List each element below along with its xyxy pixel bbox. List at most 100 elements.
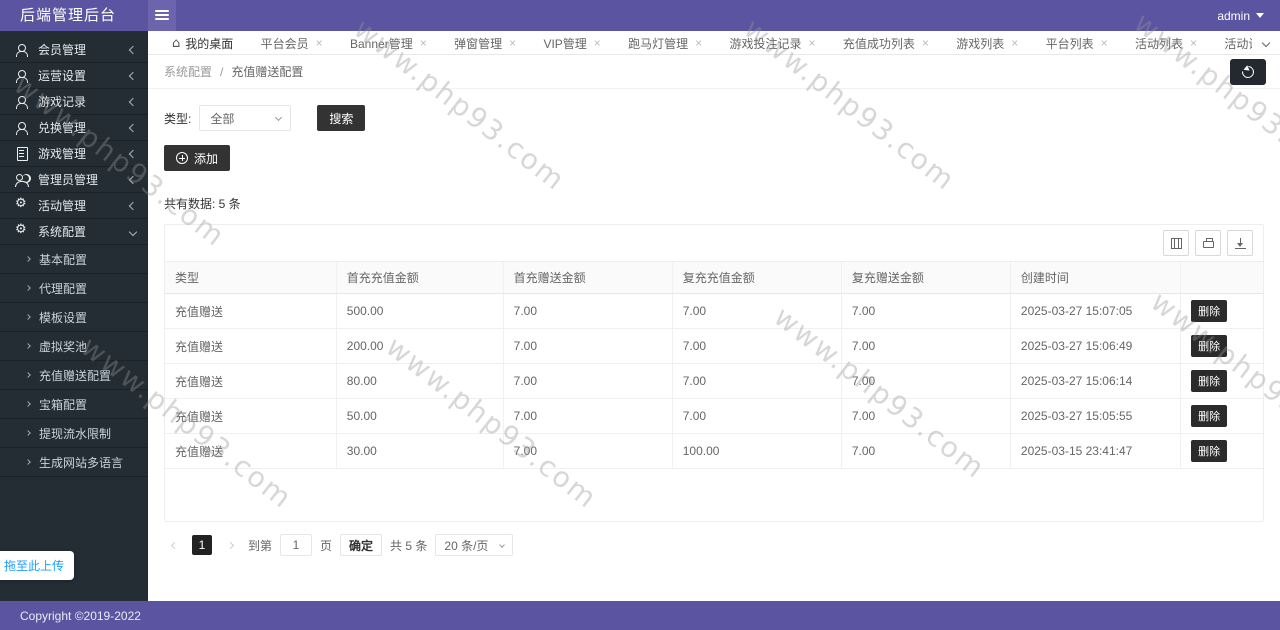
- sidebar-subitem[interactable]: 代理配置: [0, 274, 148, 303]
- table-header-cell: 类型: [165, 262, 336, 294]
- plus-circle-icon: [176, 152, 188, 164]
- cell-re-gift: 7.00: [841, 329, 1010, 364]
- delete-button[interactable]: 删除: [1191, 335, 1227, 357]
- export-button[interactable]: [1227, 230, 1253, 256]
- delete-button[interactable]: 删除: [1191, 300, 1227, 322]
- cell-first-gift: 7.00: [503, 399, 672, 434]
- chevron-down-icon: [1262, 39, 1270, 47]
- sidebar-item[interactable]: 游戏管理: [0, 141, 148, 167]
- close-tab-icon[interactable]: [1101, 37, 1108, 49]
- tab[interactable]: 平台会员: [249, 31, 335, 55]
- tab[interactable]: 平台列表: [1034, 31, 1120, 55]
- table-row: 充值赠送 500.00 7.00 7.00 7.00 2025-03-27 15…: [165, 294, 1263, 329]
- chevron-icon: [129, 201, 137, 209]
- table-header-cell: 复充赠送金额: [841, 262, 1010, 294]
- sidebar-subitem[interactable]: 生成网站多语言: [0, 448, 148, 477]
- sidebar-item-icon: [14, 199, 29, 213]
- export-icon: [1235, 238, 1246, 249]
- tab[interactable]: 游戏投注记录: [718, 31, 828, 55]
- tab-label: Banner管理: [350, 35, 413, 52]
- sidebar-item[interactable]: 游戏记录: [0, 89, 148, 115]
- tab[interactable]: 游戏列表: [944, 31, 1030, 55]
- main-area: 我的桌面 平台会员 Banner管理 弹窗管理 VIP管理 跑马灯管理 游戏投注…: [148, 31, 1280, 601]
- filter-columns-button[interactable]: [1163, 230, 1189, 256]
- sidebar-item[interactable]: 活动管理: [0, 193, 148, 219]
- tab-label: 平台列表: [1046, 35, 1094, 52]
- tab[interactable]: VIP管理: [531, 31, 612, 55]
- goto-page-input[interactable]: [280, 534, 312, 556]
- refresh-button[interactable]: [1230, 59, 1266, 85]
- chevron-icon: [129, 97, 137, 105]
- user-menu[interactable]: admin: [1217, 0, 1264, 31]
- next-page-button[interactable]: [220, 535, 240, 555]
- sidebar-menu: 会员管理 运营设置 游戏记录 兑换管理: [0, 31, 148, 477]
- cell-first-gift: 7.00: [503, 364, 672, 399]
- cell-first-gift: 7.00: [503, 434, 672, 469]
- cell-type: 充值赠送: [165, 399, 336, 434]
- type-filter-label: 类型:: [164, 110, 191, 127]
- cell-first-recharge: 500.00: [336, 294, 503, 329]
- close-tab-icon[interactable]: [922, 37, 929, 49]
- page-size-select[interactable]: 20 条/页: [435, 534, 513, 556]
- print-button[interactable]: [1195, 230, 1221, 256]
- close-tab-icon[interactable]: [809, 37, 816, 49]
- chevron-right-icon: [25, 285, 31, 291]
- sidebar-toggle-button[interactable]: [148, 0, 176, 31]
- sidebar-item[interactable]: 管理员管理: [0, 167, 148, 193]
- cell-re-gift: 7.00: [841, 434, 1010, 469]
- cell-re-recharge: 100.00: [672, 434, 841, 469]
- sidebar-subitem[interactable]: 宝箱配置: [0, 390, 148, 419]
- sidebar-subitem[interactable]: 模板设置: [0, 303, 148, 332]
- delete-button[interactable]: 删除: [1191, 440, 1227, 462]
- tab[interactable]: 弹窗管理: [442, 31, 528, 55]
- cell-created-at: 2025-03-15 23:41:47: [1010, 434, 1180, 469]
- sidebar-subitem[interactable]: 基本配置: [0, 245, 148, 274]
- cell-re-recharge: 7.00: [672, 329, 841, 364]
- sidebar-item[interactable]: 会员管理: [0, 37, 148, 63]
- close-tab-icon[interactable]: [1011, 37, 1018, 49]
- sidebar-item[interactable]: 兑换管理: [0, 115, 148, 141]
- breadcrumb-separator: /: [220, 65, 223, 79]
- type-select-value: 全部: [210, 110, 234, 127]
- prev-page-button[interactable]: [164, 535, 184, 555]
- close-tab-icon[interactable]: [316, 37, 323, 49]
- chevron-right-icon: [25, 314, 31, 320]
- sidebar-item[interactable]: 运营设置: [0, 63, 148, 89]
- goto-confirm-button[interactable]: 确定: [340, 534, 382, 556]
- close-tab-icon[interactable]: [420, 37, 427, 49]
- cell-re-gift: 7.00: [841, 294, 1010, 329]
- drag-upload-button[interactable]: 拖至此上传: [0, 551, 74, 580]
- sidebar-item-icon: [14, 147, 29, 161]
- table-row: 充值赠送 50.00 7.00 7.00 7.00 2025-03-27 15:…: [165, 399, 1263, 434]
- cell-first-recharge: 50.00: [336, 399, 503, 434]
- close-tab-icon[interactable]: [594, 37, 601, 49]
- type-select[interactable]: 全部: [199, 105, 291, 131]
- sidebar-item-icon: [14, 173, 29, 187]
- tab[interactable]: 我的桌面: [160, 31, 245, 55]
- close-tab-icon[interactable]: [1190, 37, 1197, 49]
- sidebar-subitem[interactable]: 充值赠送配置: [0, 361, 148, 390]
- sidebar-subitem[interactable]: 提现流水限制: [0, 419, 148, 448]
- delete-button[interactable]: 删除: [1191, 370, 1227, 392]
- sidebar-item[interactable]: 系统配置: [0, 219, 148, 245]
- sidebar-subitem[interactable]: 虚拟奖池: [0, 332, 148, 361]
- delete-button[interactable]: 删除: [1191, 405, 1227, 427]
- cell-actions: 删除: [1181, 294, 1263, 329]
- chevron-icon: [129, 227, 137, 235]
- tab-overflow-button[interactable]: [1252, 31, 1280, 55]
- sidebar-subitem-label: 虚拟奖池: [39, 338, 87, 355]
- sidebar-item-icon: [14, 225, 29, 239]
- table-header-cell: 首充充值金额: [336, 262, 503, 294]
- chevron-down-icon: [500, 542, 506, 548]
- tab[interactable]: Banner管理: [338, 31, 439, 55]
- tab[interactable]: 充值成功列表: [831, 31, 941, 55]
- close-tab-icon[interactable]: [509, 37, 516, 49]
- tab[interactable]: 跑马灯管理: [616, 31, 714, 55]
- add-button[interactable]: 添加: [164, 145, 230, 171]
- chevron-right-icon: [25, 256, 31, 262]
- close-tab-icon[interactable]: [695, 37, 702, 49]
- search-button[interactable]: 搜索: [317, 105, 365, 131]
- current-page[interactable]: 1: [192, 535, 212, 555]
- tab[interactable]: 活动列表: [1123, 31, 1209, 55]
- home-icon: [172, 36, 185, 51]
